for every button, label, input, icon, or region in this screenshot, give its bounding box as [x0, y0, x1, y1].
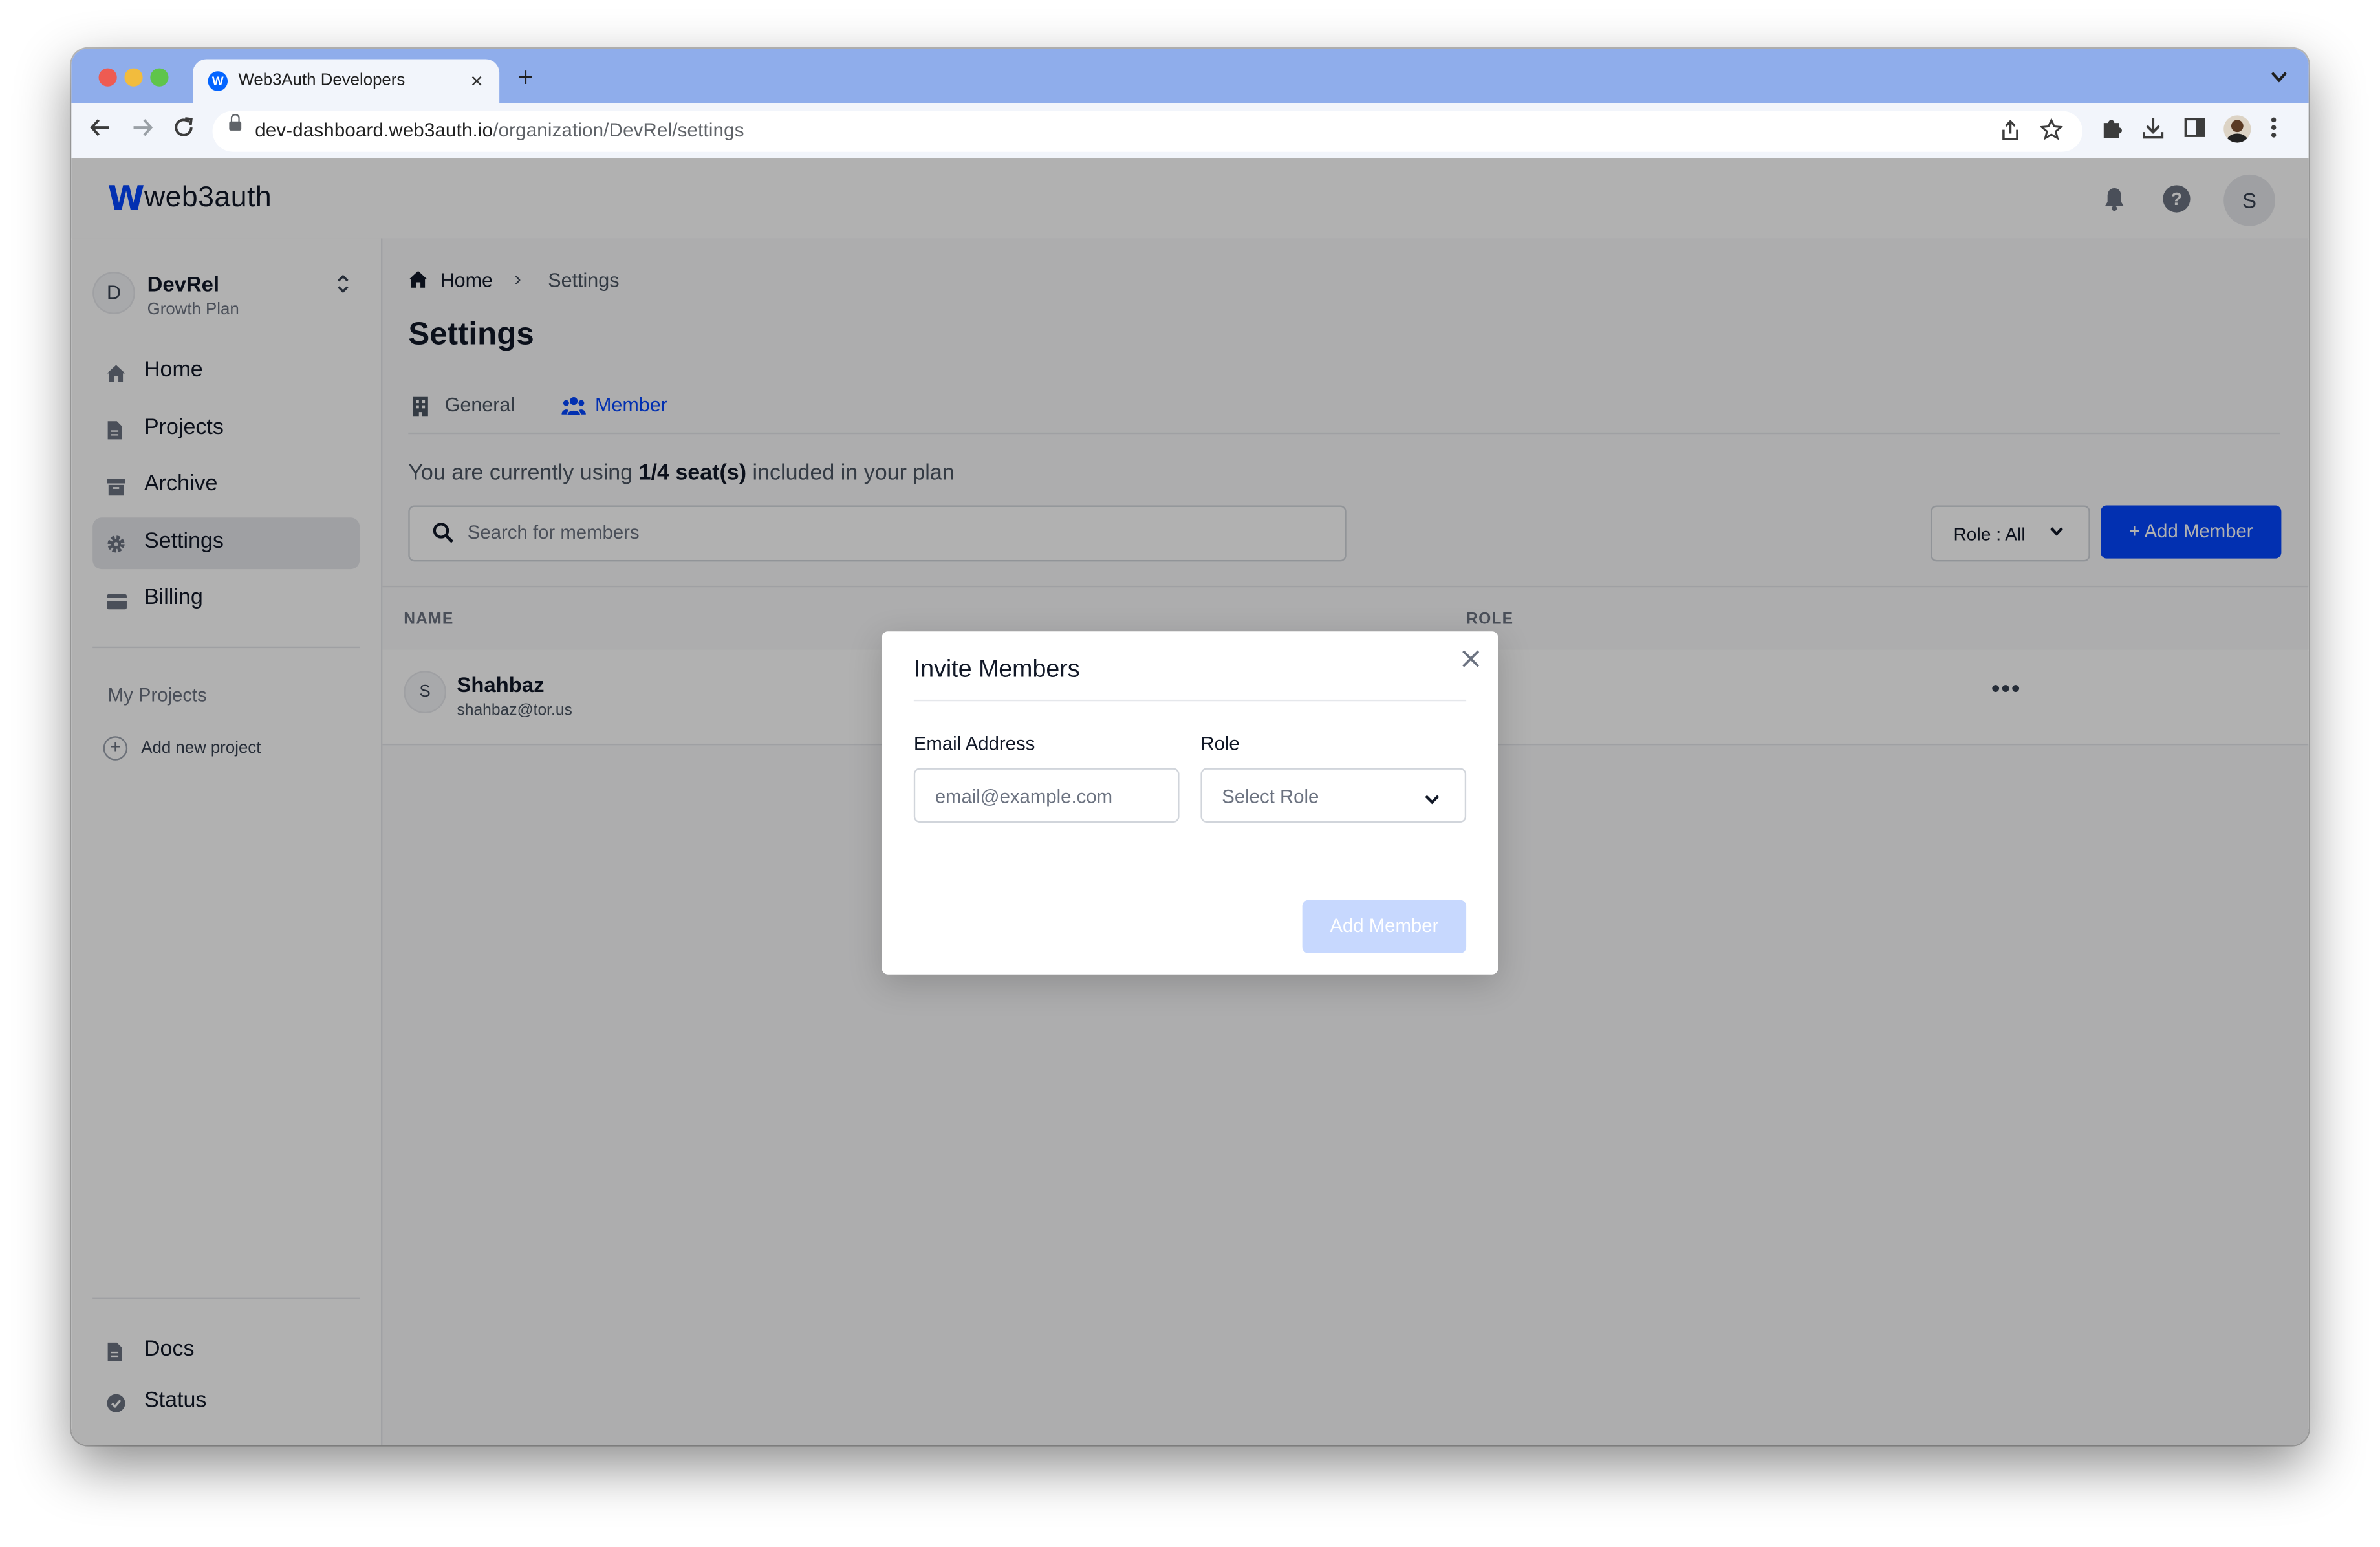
share-icon[interactable]	[2000, 120, 2020, 146]
close-icon[interactable]	[1460, 648, 1482, 669]
email-address-label: Email Address	[913, 733, 1035, 755]
minimize-window-button[interactable]	[124, 68, 143, 87]
reload-icon[interactable]	[173, 117, 195, 144]
side-panel-icon[interactable]	[2184, 117, 2205, 143]
modal-divider	[913, 699, 1467, 702]
url-text: dev-dashboard.web3auth.io/organization/D…	[255, 120, 744, 142]
tab-close-icon[interactable]: ×	[471, 69, 483, 93]
tab-title: Web3Auth Developers	[238, 71, 406, 90]
address-bar[interactable]: dev-dashboard.web3auth.io/organization/D…	[212, 111, 2082, 152]
download-icon[interactable]	[2141, 117, 2164, 144]
tab-strip: W Web3Auth Developers × +	[71, 49, 2309, 103]
kebab-menu-icon[interactable]	[2271, 117, 2277, 143]
email-placeholder: email@example.com	[935, 786, 1113, 808]
chevron-down-icon	[1423, 788, 1440, 805]
extensions-puzzle-icon[interactable]	[2101, 117, 2123, 144]
browser-window: W Web3Auth Developers × + dev-dashboard.…	[71, 49, 2309, 1445]
modal-title: Invite Members	[913, 657, 1080, 684]
add-member-submit-button[interactable]: Add Member	[1302, 900, 1467, 953]
new-tab-button[interactable]: +	[517, 64, 534, 91]
browser-profile-avatar[interactable]	[2223, 115, 2251, 143]
back-arrow-icon[interactable]	[89, 117, 111, 144]
role-select[interactable]: Select Role	[1200, 768, 1467, 823]
web3auth-favicon-icon: W	[208, 71, 228, 91]
role-placeholder: Select Role	[1222, 786, 1319, 808]
email-field[interactable]: email@example.com	[913, 768, 1180, 823]
maximize-window-button[interactable]	[150, 68, 169, 87]
invite-members-modal: Invite Members Email Address Role email@…	[882, 631, 1498, 975]
browser-tab[interactable]: W Web3Auth Developers ×	[193, 59, 500, 103]
role-label: Role	[1200, 733, 1240, 755]
tab-search-chevron-icon[interactable]	[2271, 67, 2288, 88]
lock-icon	[229, 114, 242, 131]
browser-toolbar: dev-dashboard.web3auth.io/organization/D…	[71, 103, 2309, 160]
bookmark-star-icon[interactable]	[2039, 118, 2064, 146]
close-window-button[interactable]	[98, 68, 117, 87]
forward-arrow-icon[interactable]	[132, 117, 153, 144]
